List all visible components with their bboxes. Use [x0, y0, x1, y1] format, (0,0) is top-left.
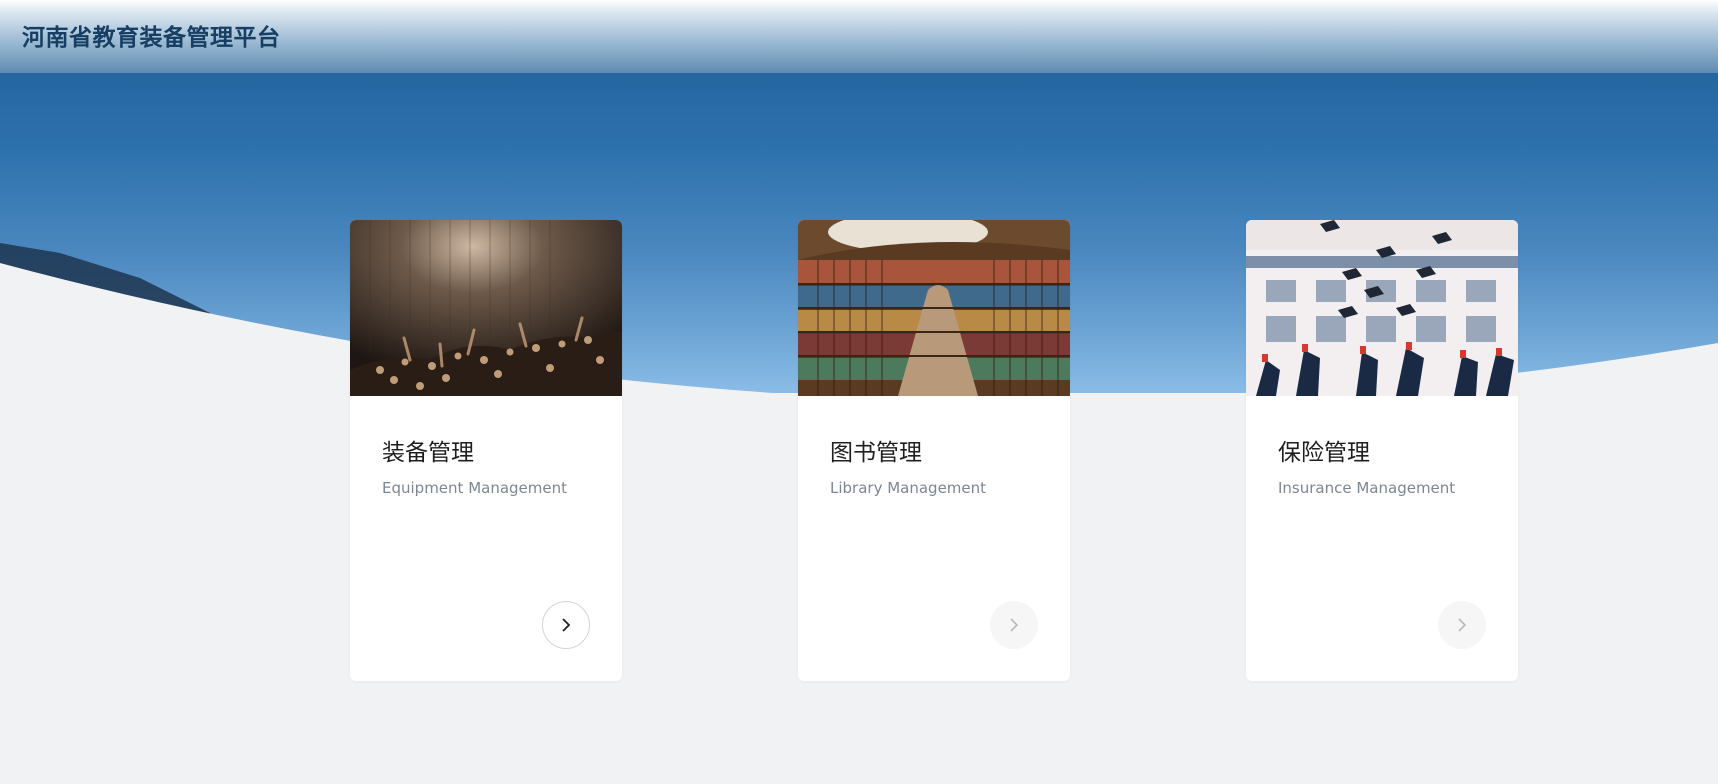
chevron-right-icon: [1458, 618, 1467, 632]
card-arrow-button[interactable]: [1438, 601, 1486, 649]
graduation-caps-image: [1246, 220, 1518, 396]
card-subtitle: Insurance Management: [1278, 479, 1456, 497]
card-title: 图书管理: [830, 440, 922, 466]
concert-crowd-image: [350, 220, 622, 396]
card-title: 装备管理: [382, 440, 474, 466]
card-subtitle: Library Management: [830, 479, 987, 497]
card-title: 保险管理: [1278, 440, 1370, 466]
card-library-management[interactable]: 图书管理 Library Management: [798, 220, 1070, 681]
card-arrow-button[interactable]: [990, 601, 1038, 649]
chevron-right-icon: [1010, 618, 1019, 632]
card-equipment-management[interactable]: 装备管理 Equipment Management: [350, 220, 622, 681]
card-arrow-button[interactable]: [542, 601, 590, 649]
library-bookshelves-image: [798, 220, 1070, 396]
app-title: 河南省教育装备管理平台: [22, 25, 281, 51]
card-insurance-management[interactable]: 保险管理 Insurance Management: [1246, 220, 1518, 681]
card-subtitle: Equipment Management: [382, 479, 568, 497]
top-header-bar: 河南省教育装备管理平台: [0, 0, 1718, 73]
chevron-right-icon: [562, 618, 571, 632]
